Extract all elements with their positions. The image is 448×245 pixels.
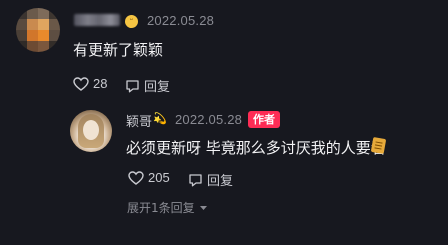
- comment-reply-button[interactable]: 回复: [125, 76, 170, 95]
- reply-reply-label: 回复: [207, 173, 234, 188]
- comment-reply-label: 回复: [144, 79, 171, 94]
- heart-icon: [128, 170, 144, 185]
- commenter-avatar[interactable]: [16, 8, 60, 52]
- expand-replies-button[interactable]: 展开1条回复: [127, 199, 208, 216]
- comment-date: 2022.05.28: [147, 13, 215, 28]
- reply-date: 2022.05.28: [175, 112, 243, 127]
- reply-like-count: 205: [148, 170, 170, 185]
- reply-author-avatar[interactable]: [70, 110, 112, 152]
- reply-username[interactable]: 颖哥: [126, 111, 152, 130]
- reply-text: 必须更新呀 毕竟那么多讨厌我的人要看: [126, 139, 386, 157]
- expand-replies-label: 展开1条回复: [127, 201, 195, 215]
- heart-icon: [73, 76, 89, 91]
- author-badge: 作者: [248, 111, 280, 128]
- comment-like-button[interactable]: 28: [73, 76, 107, 91]
- comment-like-count: 28: [93, 76, 108, 91]
- sleep-emoji-icon: 💫: [153, 112, 167, 125]
- comment-bubble-icon: [189, 173, 202, 186]
- commenter-username-blurred[interactable]: [74, 14, 120, 26]
- reply-reply-button[interactable]: 回复: [188, 170, 233, 189]
- comment-bubble-icon: [126, 79, 139, 92]
- chevron-down-icon: [199, 205, 207, 210]
- grin-emoji-icon: ᵕ: [125, 15, 138, 28]
- comment-text: 有更新了颖颖: [73, 41, 164, 59]
- reply-like-button[interactable]: 205: [128, 170, 170, 185]
- note-emoji-icon: [370, 136, 387, 155]
